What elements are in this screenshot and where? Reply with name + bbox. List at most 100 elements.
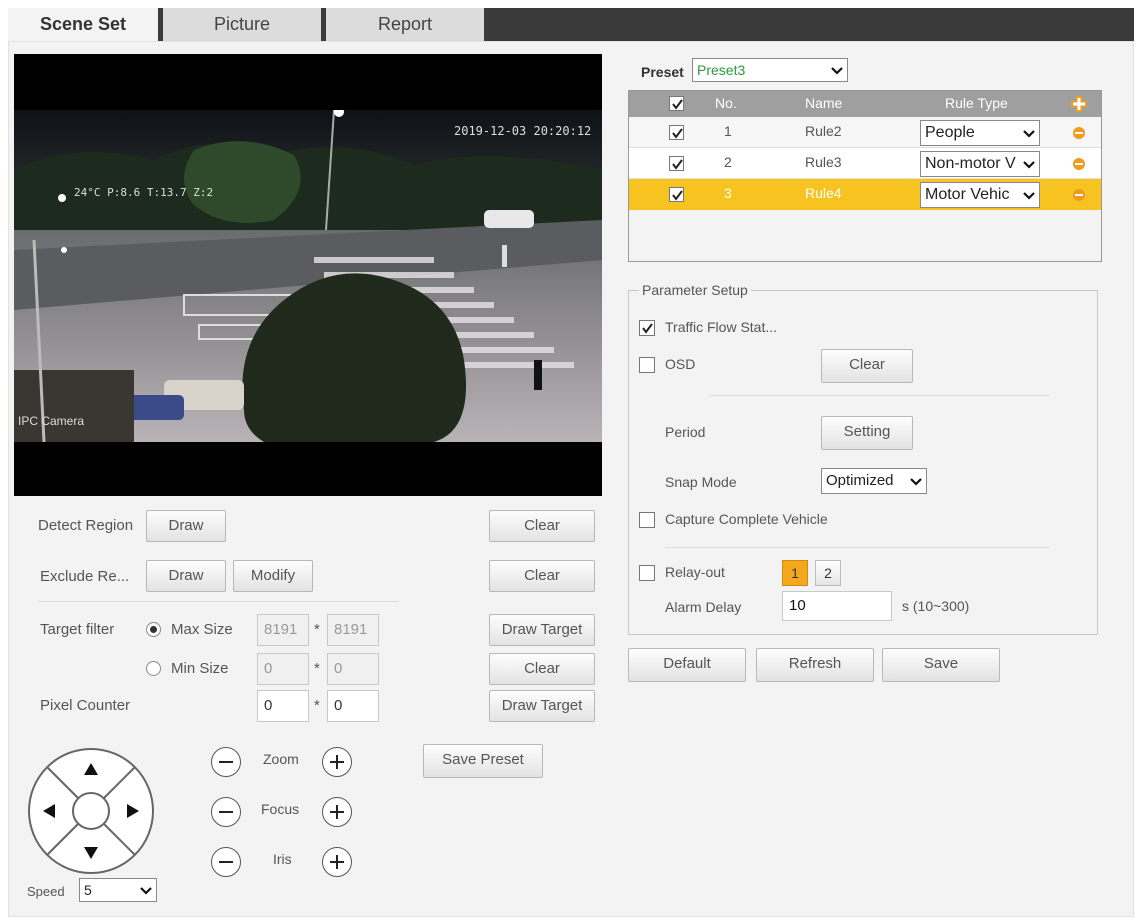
speed-select[interactable]: 5 [79, 878, 157, 902]
focus-label: Focus [261, 801, 300, 817]
header-name: Name [805, 95, 843, 111]
pixel-width-input[interactable]: 0 [257, 690, 309, 722]
alarm-delay-label: Alarm Delay [665, 599, 742, 615]
divider [37, 601, 399, 602]
traffic-flow-checkbox[interactable] [639, 320, 655, 336]
relay-1-button[interactable]: 1 [782, 560, 808, 586]
exclude-region-clear-button[interactable]: Clear [489, 560, 595, 592]
iris-open-button[interactable] [322, 847, 352, 877]
focus-in-button[interactable] [322, 797, 352, 827]
chevron-down-icon [1023, 161, 1035, 169]
save-preset-button[interactable]: Save Preset [423, 744, 543, 778]
alarm-delay-input[interactable]: 10 [782, 591, 892, 621]
draw-target-button[interactable]: Draw Target [489, 614, 595, 646]
max-size-label: Max Size [171, 621, 233, 638]
app-window: Scene Set Picture Report 2019-12-03 20:2… [0, 0, 1137, 923]
target-clear-button[interactable]: Clear [489, 653, 595, 685]
traffic-flow-label: Traffic Flow Stat... [665, 319, 778, 335]
chevron-down-icon [140, 887, 152, 895]
rule-no: 2 [724, 154, 732, 170]
remove-rule-icon[interactable] [1073, 189, 1085, 201]
times-sign: * [314, 697, 320, 714]
rule-type-value: Non-motor V [925, 155, 1016, 172]
max-width-input[interactable]: 8191 [257, 614, 309, 646]
speed-label: Speed [27, 884, 65, 899]
preset-value: Preset3 [697, 62, 746, 78]
exclude-region-draw-button[interactable]: Draw [146, 560, 226, 592]
refresh-button[interactable]: Refresh [756, 648, 874, 682]
detect-region-clear-button[interactable]: Clear [489, 510, 595, 542]
default-button[interactable]: Default [628, 648, 746, 682]
save-button[interactable]: Save [882, 648, 1000, 682]
min-height-input[interactable]: 0 [327, 653, 379, 685]
remove-rule-icon[interactable] [1073, 127, 1085, 139]
header-no: No. [715, 95, 737, 111]
divider [665, 547, 1049, 548]
pixel-counter-label: Pixel Counter [40, 697, 131, 714]
detect-region-draw-button[interactable]: Draw [146, 510, 226, 542]
video-preview[interactable]: 2019-12-03 20:20:12 24°C P:8.6 T:13.7 Z:… [14, 54, 602, 496]
camera-scene-image: 2019-12-03 20:20:12 24°C P:8.6 T:13.7 Z:… [14, 110, 602, 442]
rule-checkbox[interactable] [669, 125, 684, 140]
rule-table-header: No. Name Rule Type [629, 91, 1101, 117]
period-setting-button[interactable]: Setting [821, 416, 913, 450]
ptz-direction-pad[interactable] [27, 747, 155, 875]
tab-picture[interactable]: Picture [163, 8, 321, 43]
zoom-label: Zoom [263, 751, 299, 767]
rule-row-selected[interactable]: 3 Rule4 Motor Vehic [629, 179, 1101, 210]
rule-checkbox[interactable] [669, 187, 684, 202]
add-rule-icon[interactable] [1071, 96, 1087, 112]
focus-out-button[interactable] [211, 797, 241, 827]
rule-row[interactable]: 2 Rule3 Non-motor V [629, 148, 1101, 179]
detect-region-label: Detect Region [38, 517, 134, 534]
relay-out-checkbox[interactable] [639, 565, 655, 581]
pan-down-icon[interactable] [83, 846, 99, 860]
max-height-input[interactable]: 8191 [327, 614, 379, 646]
pan-left-icon[interactable] [42, 803, 56, 819]
pixel-draw-target-button[interactable]: Draw Target [489, 690, 595, 722]
parameter-setup-legend: Parameter Setup [639, 282, 751, 298]
chevron-down-icon [908, 473, 924, 489]
parameter-setup-group [628, 290, 1098, 635]
pan-up-icon[interactable] [83, 762, 99, 776]
rule-name: Rule3 [805, 154, 842, 170]
tab-scene-set[interactable]: Scene Set [8, 8, 158, 43]
tab-report[interactable]: Report [326, 8, 484, 43]
pan-right-icon[interactable] [126, 803, 140, 819]
video-ptz-overlay: 24°C P:8.6 T:13.7 Z:2 [74, 186, 214, 199]
rule-type-value: People [925, 124, 975, 141]
target-filter-label: Target filter [40, 621, 115, 638]
zoom-out-button[interactable] [211, 747, 241, 777]
scene-set-panel: 2019-12-03 20:20:12 24°C P:8.6 T:13.7 Z:… [8, 41, 1134, 917]
rule-type-select[interactable]: Non-motor V [920, 151, 1040, 177]
rule-name: Rule2 [805, 123, 842, 139]
alarm-delay-range: s (10~300) [902, 598, 970, 614]
rule-no: 3 [724, 185, 732, 201]
select-all-checkbox[interactable] [669, 96, 684, 111]
rule-type-select[interactable]: People [920, 120, 1040, 146]
zoom-in-button[interactable] [322, 747, 352, 777]
preset-select[interactable]: Preset3 [692, 58, 848, 82]
snap-mode-select[interactable]: Optimized [821, 468, 927, 494]
header-rule-type: Rule Type [945, 95, 1008, 111]
rule-checkbox[interactable] [669, 156, 684, 171]
pixel-height-input[interactable]: 0 [327, 690, 379, 722]
iris-close-button[interactable] [211, 847, 241, 877]
osd-clear-button[interactable]: Clear [821, 349, 913, 383]
chevron-down-icon [831, 67, 843, 75]
capture-complete-checkbox[interactable] [639, 512, 655, 528]
night-street-scene [14, 110, 602, 442]
osd-checkbox[interactable] [639, 357, 655, 373]
rule-type-select[interactable]: Motor Vehic [920, 182, 1040, 208]
exclude-region-modify-button[interactable]: Modify [233, 560, 313, 592]
rule-row[interactable]: 1 Rule2 People [629, 117, 1101, 148]
max-size-radio[interactable] [146, 622, 161, 637]
snap-mode-label: Snap Mode [665, 474, 737, 490]
snap-mode-value: Optimized [826, 472, 894, 489]
remove-rule-icon[interactable] [1073, 158, 1085, 170]
rule-table: No. Name Rule Type 1 Rule2 People 2 Rule… [628, 90, 1102, 262]
min-width-input[interactable]: 0 [257, 653, 309, 685]
tab-bar: Scene Set Picture Report [8, 8, 1134, 43]
relay-2-button[interactable]: 2 [815, 560, 841, 586]
min-size-radio[interactable] [146, 661, 161, 676]
